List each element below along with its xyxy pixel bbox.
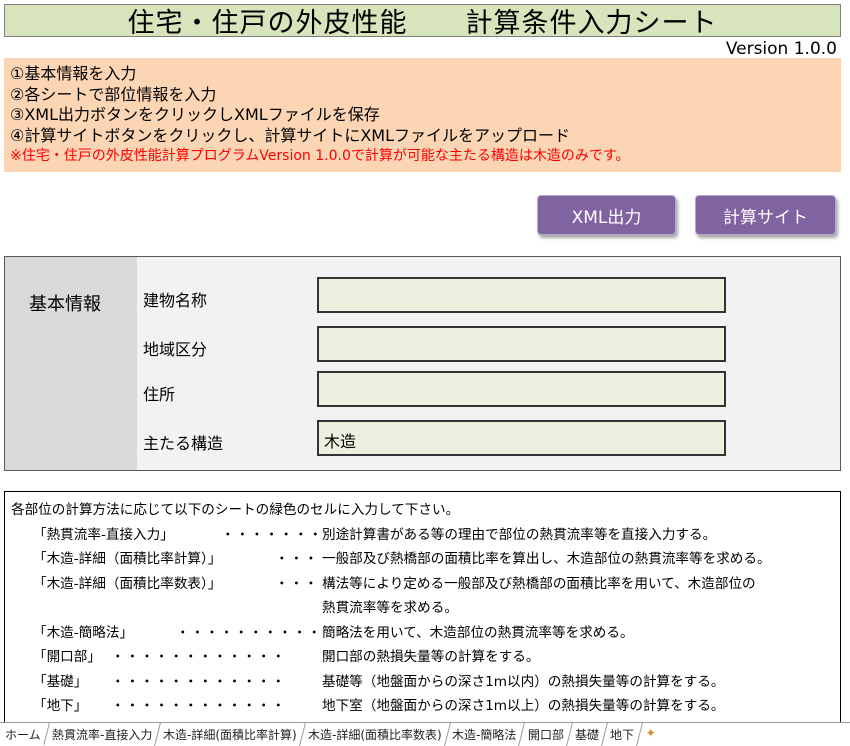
- building-name-input[interactable]: [317, 277, 726, 313]
- guide-sheet-name: 「木造-簡略法」: [33, 624, 134, 641]
- guide-intro: 各部位の計算方法に応じて以下のシートの緑色のセルに入力して下さい。: [11, 502, 460, 518]
- guide-description: 基礎等（地盤面からの深さ1m以内）の熱損失量等の計算をする。: [322, 673, 725, 690]
- sheet-tab-wood-area-calc[interactable]: 木造-詳細(面積比率計算): [155, 723, 306, 746]
- basic-info-side: 基本情報: [5, 257, 137, 470]
- xml-export-button[interactable]: XML出力: [537, 195, 676, 235]
- guide-sheet-name: 「木造-詳細（面積比率計算）」: [33, 551, 222, 567]
- guide-description: 構法等により定める一般部及び熱橋部の面積比率を用いて、木造部位の: [322, 575, 756, 592]
- sheet-guide-box: 各部位の計算方法に応じて以下のシートの緑色のセルに入力して下さい。 「熱貫流率-…: [4, 491, 841, 731]
- basic-info-panel: 基本情報 建物名称 地域区分 住所 主たる構造 木造: [4, 256, 841, 471]
- instruction-step-1: ①基本情報を入力: [10, 64, 137, 83]
- guide-dots: ・・・・・・・・・・・・: [111, 698, 287, 714]
- basic-info-heading: 基本情報: [29, 294, 101, 315]
- building-name-label: 建物名称: [143, 291, 208, 310]
- guide-dots: ・・・・・・・: [221, 526, 324, 543]
- sheet-tab-wood-area-table[interactable]: 木造-詳細(面積比率数表): [299, 723, 451, 746]
- sheet-tab-openings[interactable]: 開口部: [519, 723, 573, 746]
- guide-dots: ・・・: [275, 551, 319, 567]
- sheet-tab-wood-simple[interactable]: 木造-簡略法: [444, 723, 526, 746]
- version-label: Version 1.0.0: [725, 39, 837, 59]
- guide-row: 熱貫流率等を求める。: [11, 596, 834, 621]
- instruction-step-4: ④計算サイトボタンをクリックし、計算サイトにXMLファイルをアップロード: [10, 125, 571, 145]
- guide-row: 「木造-詳細（面積比率数表）」 ・・・ 構法等により定める一般部及び熱橋部の面積…: [11, 572, 834, 597]
- guide-row: 「木造-詳細（面積比率計算）」 ・・・ 一般部及び熱橋部の面積比率を算出し、木造…: [11, 547, 834, 572]
- guide-sheet-name: 「熱貫流率-直接入力」: [33, 526, 174, 543]
- address-label: 住所: [143, 385, 176, 404]
- title-part1: 住宅・住戸の外皮性能: [127, 8, 408, 39]
- sheet-tab-bar: ホーム 熱貫流率-直接入力 木造-詳細(面積比率計算) 木造-詳細(面積比率数表…: [0, 722, 850, 746]
- guide-dots: ・・・: [275, 575, 319, 592]
- sheet-tab-basement[interactable]: 地下: [601, 723, 643, 746]
- guide-row: 「開口部」 ・・・・・・・・・・・・ 開口部の熱損失量等の計算をする。: [11, 645, 834, 670]
- guide-sheet-name: 「基礎」: [33, 673, 88, 690]
- guide-row: 「基礎」 ・・・・・・・・・・・・ 基礎等（地盤面からの深さ1m以内）の熱損失量…: [11, 670, 834, 695]
- sheet-tab-home[interactable]: ホーム: [0, 723, 50, 746]
- address-input[interactable]: [317, 371, 726, 407]
- guide-description: 開口部の熱損失量等の計算をする。: [322, 649, 540, 665]
- instructions-box: ①基本情報を入力 ②各シートで部位情報を入力 ③XML出力ボタンをクリックしXM…: [4, 58, 841, 172]
- guide-description: 別途計算書がある等の理由で部位の熱貫流率等を直接入力する。: [322, 526, 717, 543]
- sheet-tab-direct-input[interactable]: 熱貫流率-直接入力: [43, 723, 161, 746]
- instruction-step-3: ③XML出力ボタンをクリックしXMLファイルを保存: [10, 105, 380, 124]
- guide-dots: ・・・・・・・・・・・・: [111, 673, 287, 690]
- guide-description: 熱貫流率等を求める。: [322, 600, 458, 616]
- region-input[interactable]: [317, 326, 726, 362]
- guide-row: 「熱貫流率-直接入力」 ・・・・・・・ 別途計算書がある等の理由で部位の熱貫流率…: [11, 523, 834, 548]
- title-part2: 計算条件入力シート: [465, 8, 718, 39]
- guide-sheet-name: 「開口部」: [33, 649, 101, 665]
- guide-dots: ・・・・・・・・・・: [176, 624, 322, 641]
- guide-description: 簡略法を用いて、木造部位の熱貫流率等を求める。: [322, 624, 634, 641]
- guide-description: 地下室（地盤面からの深さ1m以上）の熱損失量等の計算をする。: [322, 698, 725, 714]
- sheet-tab-foundation[interactable]: 基礎: [566, 723, 608, 746]
- guide-dots: ・・・・・・・・・・・・: [111, 649, 287, 665]
- structure-input[interactable]: 木造: [317, 420, 726, 456]
- instruction-step-2: ②各シートで部位情報を入力: [10, 84, 217, 104]
- guide-description: 一般部及び熱橋部の面積比率を算出し、木造部位の熱貫流率等を求める。: [322, 551, 771, 567]
- region-label: 地域区分: [143, 340, 208, 359]
- guide-row: 「木造-簡略法」 ・・・・・・・・・・ 簡略法を用いて、木造部位の熱貫流率等を求…: [11, 621, 834, 646]
- add-sheet-icon[interactable]: ✦: [640, 723, 662, 746]
- guide-sheet-name: 「木造-詳細（面積比率数表）」: [33, 575, 222, 592]
- structure-label: 主たる構造: [143, 434, 224, 453]
- structure-warning: ※住宅・住戸の外皮性能計算プログラムVersion 1.0.0で計算が可能な主た…: [10, 148, 630, 164]
- guide-sheet-name: 「地下」: [33, 698, 88, 714]
- calc-site-button[interactable]: 計算サイト: [695, 195, 836, 235]
- page-title: 住宅・住戸の外皮性能 計算条件入力シート: [4, 4, 841, 39]
- guide-row: 「地下」 ・・・・・・・・・・・・ 地下室（地盤面からの深さ1m以上）の熱損失量…: [11, 694, 834, 719]
